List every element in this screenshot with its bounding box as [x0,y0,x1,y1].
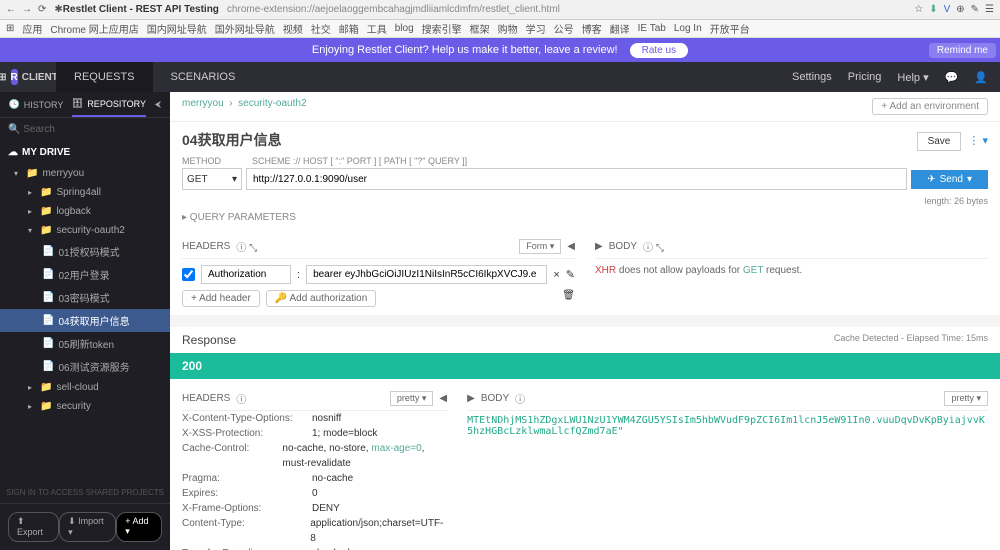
remind-button[interactable]: Remind me [929,43,996,58]
forward-icon[interactable]: → [22,4,32,15]
delete-icon[interactable]: × [553,269,559,281]
rate-button[interactable]: Rate us [630,43,688,58]
length-label: length: 26 bytes [924,196,988,206]
expand-icon[interactable]: ▶ [595,241,603,252]
pretty-toggle[interactable]: pretty ▾ [390,391,434,406]
send-button[interactable]: ✈ Send ▾ [911,170,988,189]
export-button[interactable]: ⬆ Export [8,512,59,542]
tree-folder[interactable]: ▸📁 sell-cloud [0,378,170,397]
cloud-icon: ☁ [8,147,18,158]
headers-label: HEADERS [182,241,230,252]
trash-icon[interactable]: 🗑 [562,290,575,307]
app-logo[interactable]: ⊞ R CLIENT [0,69,56,85]
magic-icon[interactable]: ✎ [566,268,575,281]
tree-request-selected[interactable]: 📄 04获取用户信息 [0,309,170,332]
import-button[interactable]: ⬇ Import ▾ [59,512,116,542]
response-title: Response [182,333,236,347]
menu-icon[interactable]: ⋮ ▾ [968,135,988,147]
request-title: 04获取用户信息 [182,130,282,150]
banner-text: Enjoying Restlet Client? Help us make it… [312,44,618,56]
header-value-input[interactable] [306,265,547,284]
collapse-icon[interactable]: ⮜ [146,92,170,117]
info-icon[interactable]: ⓘ [236,391,246,406]
header-name-input[interactable] [201,265,291,284]
grid-icon[interactable]: ⊞ [0,72,7,83]
crumb-project[interactable]: merryyou [182,98,224,109]
status-code: 200 [170,353,1000,379]
info-icon[interactable]: ⓘ ⤡ [643,239,664,254]
my-drive-header[interactable]: ☁MY DRIVE [0,141,170,164]
expand-icon[interactable]: ▶ [467,393,475,404]
body-message: XHR does not allow payloads for GET requ… [595,259,988,282]
nav-help[interactable]: Help ▾ [897,71,928,84]
browser-chrome-bar: ← → ⟳ ✱ Restlet Client - REST API Testin… [0,0,1000,20]
tree-request[interactable]: 📄 01授权码模式 [0,240,170,263]
save-button[interactable]: Save [917,132,962,151]
bookmarks-bar: ⊞ 应用 Chrome 网上应用店 国内网址导航 国外网址导航 视频 社交 邮箱… [0,20,1000,38]
sidebar-tab-repository[interactable]: 🗄REPOSITORY [72,92,146,117]
breadcrumb: merryyou › security-oauth2 + Add an envi… [170,92,1000,122]
tree-folder[interactable]: ▸📁 security [0,397,170,416]
sidebar: 🕓HISTORY 🗄REPOSITORY ⮜ 🔍 Search ☁MY DRIV… [0,92,170,550]
header-enabled-checkbox[interactable] [182,268,195,281]
crumb-folder[interactable]: security-oauth2 [238,98,306,109]
main-content: merryyou › security-oauth2 + Add an envi… [170,92,1000,550]
lock-icon: ✱ [54,4,62,15]
collapse-icon[interactable]: ◀ [439,393,447,404]
tab-scenarios[interactable]: SCENARIOS [153,62,254,92]
collapse-icon[interactable]: ◀ [567,241,575,252]
response-body-text: MTEtNDhjMS1hZDgxLWU1NzU1YWM4ZGU5YSIsIm5h… [467,411,988,441]
chat-icon[interactable]: 💬 [945,71,959,84]
clock-icon: 🕓 [8,99,19,110]
add-environment-button[interactable]: + Add an environment [872,98,988,115]
apps-icon[interactable]: ⊞ [6,23,14,34]
user-icon[interactable]: 👤 [974,71,988,84]
nav-pricing[interactable]: Pricing [848,71,882,84]
search-input[interactable]: 🔍 Search [0,118,170,141]
page-title: Restlet Client - REST API Testing [63,4,219,15]
tree-request[interactable]: 📄 05刷新token [0,332,170,355]
tree-request[interactable]: 📄 02用户登录 [0,263,170,286]
add-button[interactable]: + Add ▾ [116,512,162,542]
tree-request[interactable]: 📄 03密码模式 [0,286,170,309]
resp-headers-label: HEADERS [182,393,230,404]
extension-icons: ☆⬇V⊕✎☰ [914,4,994,15]
url-input[interactable] [246,168,907,190]
add-header-button[interactable]: + Add header [182,290,260,307]
form-toggle[interactable]: Form ▾ [519,239,561,254]
query-params-toggle[interactable]: ▸ QUERY PARAMETERS [182,208,988,227]
info-icon[interactable]: ⓘ ⤡ [236,239,257,254]
repo-icon: 🗄 [72,98,83,109]
tab-requests[interactable]: REQUESTS [56,62,153,92]
app-topbar: ⊞ R CLIENT REQUESTS SCENARIOS Settings P… [0,62,1000,92]
add-auth-button[interactable]: 🔑 Add authorization [266,290,377,307]
pretty-toggle[interactable]: pretty ▾ [944,391,988,406]
tree-request[interactable]: 📄 06测试资源服务 [0,355,170,378]
method-select[interactable]: GET ▾ [182,168,242,190]
logo-icon: R [11,69,18,85]
address-bar[interactable]: chrome-extension://aejoelaoggembcahagjmd… [227,4,560,15]
resp-body-label: BODY [481,393,509,404]
back-icon[interactable]: ← [6,4,16,15]
signin-note[interactable]: SIGN IN TO ACCESS SHARED PROJECTS [0,482,170,503]
promo-banner: Enjoying Restlet Client? Help us make it… [0,38,1000,62]
tree-folder[interactable]: ▾📁 security-oauth2 [0,221,170,240]
tree-folder[interactable]: ▸📁 Spring4all [0,183,170,202]
cache-info: Cache Detected - Elapsed Time: 15ms [834,333,988,347]
response-headers: X-Content-Type-Options:nosniffX-XSS-Prot… [182,411,447,550]
reload-icon[interactable]: ⟳ [38,4,46,15]
tree-folder[interactable]: ▸📁 logback [0,202,170,221]
sidebar-tab-history[interactable]: 🕓HISTORY [0,92,72,117]
info-icon[interactable]: ⓘ [515,391,525,406]
nav-settings[interactable]: Settings [792,71,832,84]
body-label: BODY [609,241,637,252]
tree-project-merryyou[interactable]: ▾📁 merryyou [0,164,170,183]
